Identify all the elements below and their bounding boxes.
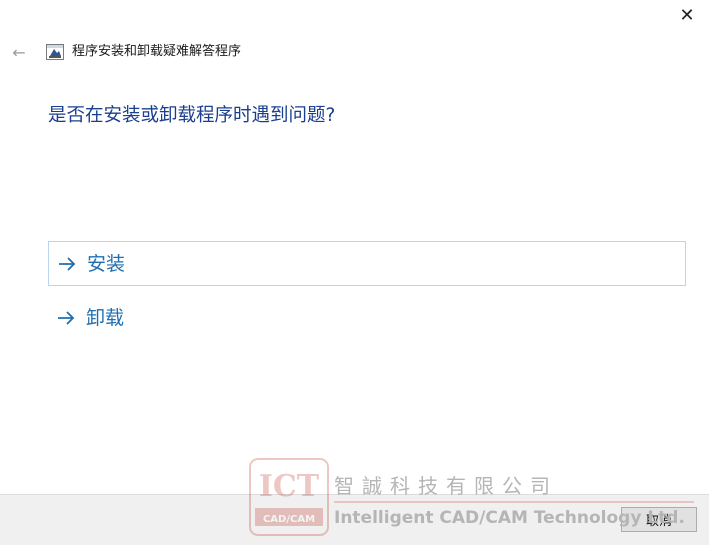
troubleshooter-app-icon [46, 44, 64, 60]
uninstall-option[interactable]: 卸载 [48, 295, 686, 340]
back-button[interactable]: ← [9, 42, 29, 62]
back-arrow-icon: ← [12, 42, 26, 62]
svg-text:ICT: ICT [259, 469, 320, 504]
window-title: 程序安装和卸载疑难解答程序 [72, 44, 242, 59]
install-option[interactable]: 安装 [48, 241, 686, 286]
watermark-company-cn: 智誠科技有限公司 [334, 474, 558, 498]
watermark-divider [334, 501, 694, 503]
arrow-right-icon [57, 256, 77, 272]
close-button[interactable]: ✕ [673, 4, 701, 26]
svg-text:CAD/CAM: CAD/CAM [263, 514, 315, 525]
install-option-label: 安装 [87, 252, 126, 275]
uninstall-option-label: 卸载 [86, 306, 125, 329]
close-icon: ✕ [679, 4, 695, 26]
watermark-company-en: Intelligent CAD/CAM Technology Ltd. [334, 508, 685, 528]
arrow-right-icon [56, 310, 76, 326]
page-question: 是否在安装或卸载程序时遇到问题? [48, 105, 336, 126]
ict-watermark-logo: ICT CAD/CAM [249, 458, 329, 536]
